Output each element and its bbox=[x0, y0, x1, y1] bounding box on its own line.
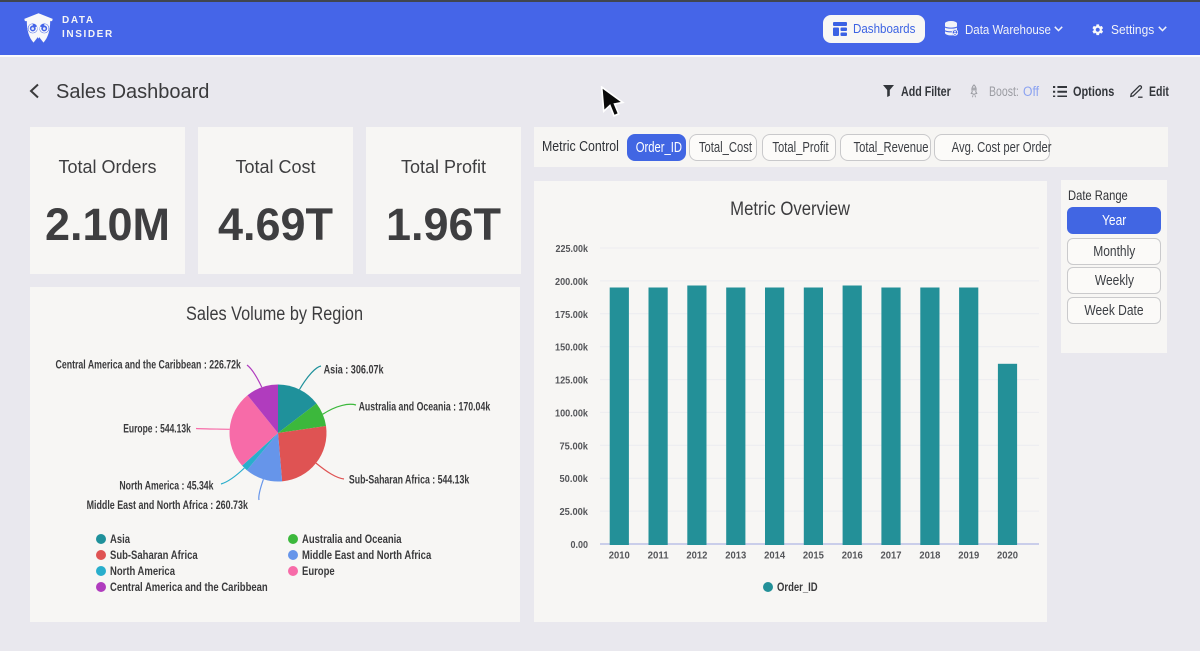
svg-text:150.00k: 150.00k bbox=[555, 342, 588, 354]
svg-text:Australia and Oceania : 170.04: Australia and Oceania : 170.04k bbox=[359, 400, 491, 414]
svg-text:Middle East and North Africa :: Middle East and North Africa : 260.73k bbox=[87, 498, 249, 512]
svg-text:2019: 2019 bbox=[958, 550, 979, 562]
svg-text:2018: 2018 bbox=[919, 550, 940, 562]
svg-text:225.00k: 225.00k bbox=[556, 243, 589, 255]
svg-text:50.00k: 50.00k bbox=[560, 473, 589, 485]
svg-text:2015: 2015 bbox=[803, 550, 824, 562]
svg-text:200.00k: 200.00k bbox=[555, 276, 588, 288]
svg-text:Europe : 544.13k: Europe : 544.13k bbox=[123, 422, 191, 436]
svg-text:2013: 2013 bbox=[725, 550, 746, 562]
svg-text:2020: 2020 bbox=[997, 550, 1018, 562]
svg-text:2010: 2010 bbox=[609, 550, 630, 562]
svg-text:Asia : 306.07k: Asia : 306.07k bbox=[324, 363, 384, 377]
svg-text:Sub-Saharan Africa : 544.13k: Sub-Saharan Africa : 544.13k bbox=[349, 473, 470, 487]
svg-text:2012: 2012 bbox=[686, 550, 707, 562]
svg-text:North America : 45.34k: North America : 45.34k bbox=[119, 479, 213, 493]
svg-text:75.00k: 75.00k bbox=[560, 440, 589, 452]
svg-text:2014: 2014 bbox=[764, 550, 785, 562]
svg-text:2017: 2017 bbox=[881, 550, 902, 562]
svg-text:Central America and the Caribb: Central America and the Caribbean : 226.… bbox=[56, 358, 242, 372]
svg-text:0.00: 0.00 bbox=[571, 539, 589, 551]
svg-text:175.00k: 175.00k bbox=[555, 309, 588, 321]
svg-text:2016: 2016 bbox=[842, 550, 863, 562]
svg-text:125.00k: 125.00k bbox=[555, 375, 588, 387]
svg-text:100.00k: 100.00k bbox=[555, 407, 588, 419]
svg-text:2011: 2011 bbox=[648, 550, 669, 562]
svg-text:25.00k: 25.00k bbox=[560, 506, 589, 518]
